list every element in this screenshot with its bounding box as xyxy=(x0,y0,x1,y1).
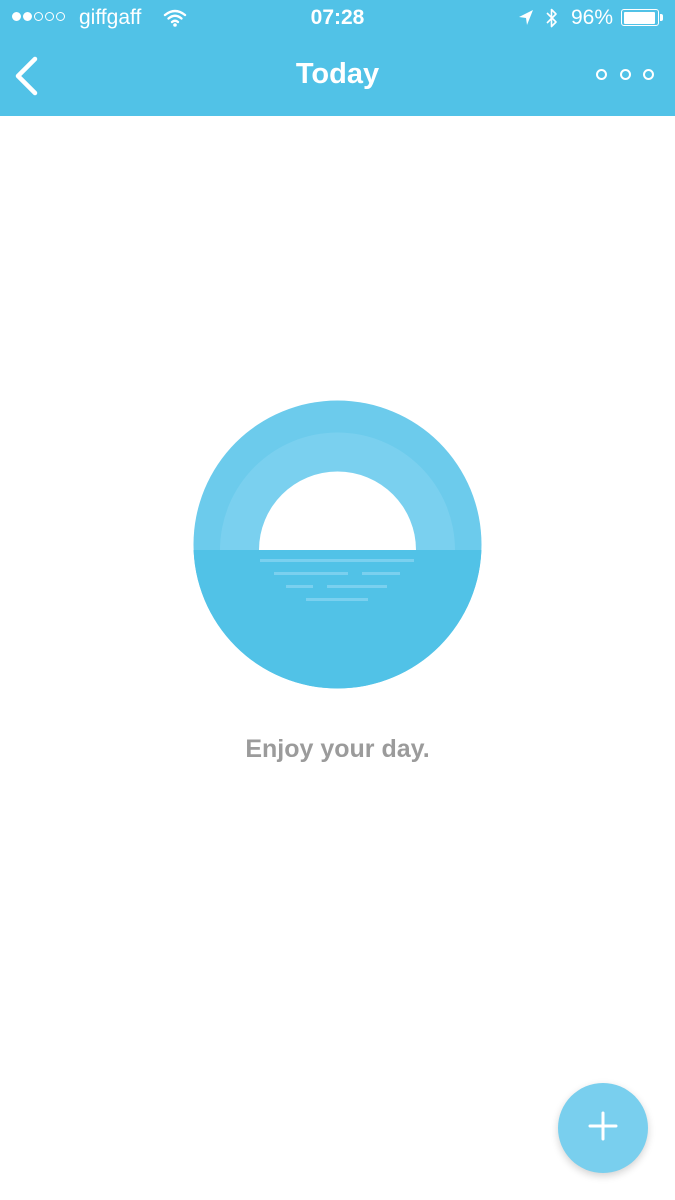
app-header: giffgaff 07:28 96% Today xyxy=(0,0,675,116)
location-arrow-icon xyxy=(517,8,535,34)
more-options-icon xyxy=(596,68,607,80)
battery-icon xyxy=(621,9,659,26)
sunset-illustration xyxy=(193,400,482,689)
battery-percent: 96% xyxy=(571,6,614,29)
today-screen: giffgaff 07:28 96% Today Enjoy your day. xyxy=(0,0,675,1200)
more-options-button[interactable] xyxy=(596,62,654,86)
page-title: Today xyxy=(295,58,380,90)
empty-state-message: Enjoy your day. xyxy=(245,735,430,763)
status-bar: giffgaff 07:28 96% xyxy=(0,0,675,38)
battery-tip xyxy=(660,14,663,21)
bluetooth-icon xyxy=(544,6,560,36)
add-task-button[interactable] xyxy=(558,1083,648,1173)
battery-level-fill xyxy=(623,11,656,24)
plus-icon xyxy=(587,1110,619,1147)
